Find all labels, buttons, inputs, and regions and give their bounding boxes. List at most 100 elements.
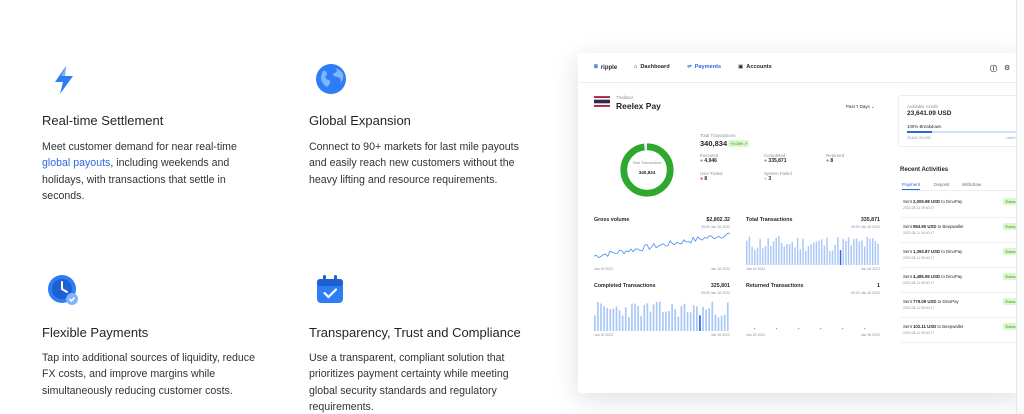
bar xyxy=(858,241,861,265)
bar xyxy=(692,305,695,331)
bar xyxy=(634,303,636,331)
bar xyxy=(815,241,818,265)
bar xyxy=(871,238,874,265)
bar xyxy=(754,249,756,265)
bar xyxy=(762,248,764,265)
bar xyxy=(689,312,692,331)
bar xyxy=(746,240,748,265)
bar xyxy=(813,242,815,265)
activity-row[interactable]: Sent 984.90 USD to Beepwallet 2022-08-11… xyxy=(900,218,1024,243)
bar xyxy=(646,303,649,331)
activity-row[interactable]: Sent 779.09 USD to DinoPay 2022-08-11 09… xyxy=(900,293,1024,318)
bar xyxy=(609,308,612,331)
feature-title: Transparency, Trust and Compliance xyxy=(309,325,521,340)
donut-value: 340,834 xyxy=(638,170,656,175)
feature-description: Connect to 90+ markets for last mile pay… xyxy=(309,141,519,186)
bar xyxy=(863,246,866,265)
stat-returned: Returned ● 8 xyxy=(826,153,845,164)
partner-name: Reelex Pay xyxy=(616,101,661,111)
bar xyxy=(655,301,658,331)
thailand-flag-icon xyxy=(594,96,610,107)
help-icon[interactable]: ⓘ xyxy=(990,64,997,74)
bar xyxy=(668,310,670,331)
bar xyxy=(662,311,664,331)
date-range-select[interactable]: Past 7 Days ⌄ xyxy=(846,104,875,110)
bar xyxy=(637,306,639,331)
bar xyxy=(754,328,756,330)
calendar-check-icon xyxy=(317,275,343,303)
bar xyxy=(810,244,812,265)
bar xyxy=(764,246,767,265)
bar xyxy=(780,242,783,265)
bar xyxy=(842,328,844,330)
wallet-icon: ▣ xyxy=(738,64,744,70)
activity-row[interactable]: Sent 102.11 USD to Beepwallet 2022-08-11… xyxy=(900,318,1024,343)
tab-deposit[interactable]: Deposit xyxy=(934,182,950,187)
activity-row[interactable]: Sent 1,393.87 USD to DinoPay 2022-08-11 … xyxy=(900,243,1024,268)
bar xyxy=(597,302,599,331)
returned-transactions-chart: Returned Transactions 1 09:00 Jan 26 202… xyxy=(746,283,880,337)
stat-executed: Executed ● 4,946 xyxy=(700,153,719,164)
credit-progress-bar xyxy=(907,131,1022,133)
total-transactions-bars xyxy=(746,235,879,265)
bar xyxy=(606,307,609,331)
bar xyxy=(665,311,667,331)
nav-payments[interactable]: ⇌ Payments xyxy=(687,64,721,70)
bar xyxy=(699,315,701,331)
page-scrollbar[interactable] xyxy=(1016,0,1024,414)
bar xyxy=(767,238,769,265)
bar xyxy=(807,246,810,265)
bar xyxy=(748,236,751,265)
bar xyxy=(788,244,791,265)
bar xyxy=(837,237,839,265)
nav-accounts[interactable]: ▣ Accounts xyxy=(738,64,772,70)
feature-title: Real-time Settlement xyxy=(42,113,164,128)
ripple-logo: ⧈ ripple xyxy=(594,64,618,71)
bar xyxy=(615,306,618,331)
growth-badge: +0.03% ↗ xyxy=(728,140,750,147)
global-payouts-link[interactable]: global payouts xyxy=(42,157,110,169)
bar xyxy=(874,240,877,265)
bar xyxy=(649,311,652,331)
ripple-logo-icon: ⧈ xyxy=(594,64,598,70)
bar xyxy=(603,306,605,331)
link-icon: ⇌ xyxy=(687,64,692,70)
dashboard-topnav: ⧈ ripple ⌂ Dashboard ⇌ Payments ▣ Accoun… xyxy=(578,53,1024,83)
bar xyxy=(775,237,777,265)
bar xyxy=(600,303,602,331)
bar xyxy=(798,328,800,330)
bar xyxy=(696,306,698,331)
bar xyxy=(850,245,852,265)
tab-payment[interactable]: Payment xyxy=(902,182,921,190)
activity-row[interactable]: Sent 4,485.95 USD to DinoPay 2022-08-11 … xyxy=(900,268,1024,293)
bar xyxy=(877,243,879,265)
bar xyxy=(671,303,673,331)
dashboard-preview: ⧈ ripple ⌂ Dashboard ⇌ Payments ▣ Accoun… xyxy=(578,53,1024,393)
bar xyxy=(861,240,863,265)
bar xyxy=(799,249,802,265)
bar xyxy=(842,238,844,265)
feature-title: Global Expansion xyxy=(309,113,411,128)
bar xyxy=(624,307,627,331)
bar xyxy=(759,238,761,265)
bar xyxy=(786,244,788,265)
bar xyxy=(643,304,646,331)
tab-withdraw[interactable]: Withdraw xyxy=(962,182,981,187)
activity-row[interactable]: Sent 2,005.98 USD to DinoPay 2022-08-11 … xyxy=(900,193,1024,218)
bar xyxy=(818,240,820,265)
bar xyxy=(652,304,655,331)
clock-check-icon xyxy=(48,275,78,305)
bar xyxy=(751,246,753,265)
settings-icon[interactable]: ⚙ xyxy=(1004,64,1010,72)
bar xyxy=(791,241,794,265)
nav-dashboard[interactable]: ⌂ Dashboard xyxy=(634,64,670,70)
bar xyxy=(839,250,842,265)
bar xyxy=(677,316,680,331)
bar xyxy=(834,244,836,265)
gross-volume-line xyxy=(594,232,730,259)
bar xyxy=(821,239,823,265)
bar xyxy=(826,237,828,265)
activity-list: Sent 2,005.98 USD to DinoPay 2022-08-11 … xyxy=(900,193,1024,343)
bar xyxy=(640,315,643,331)
completed-transactions-chart: Completed Transactions 325,801 09:00 Jan… xyxy=(594,283,730,337)
